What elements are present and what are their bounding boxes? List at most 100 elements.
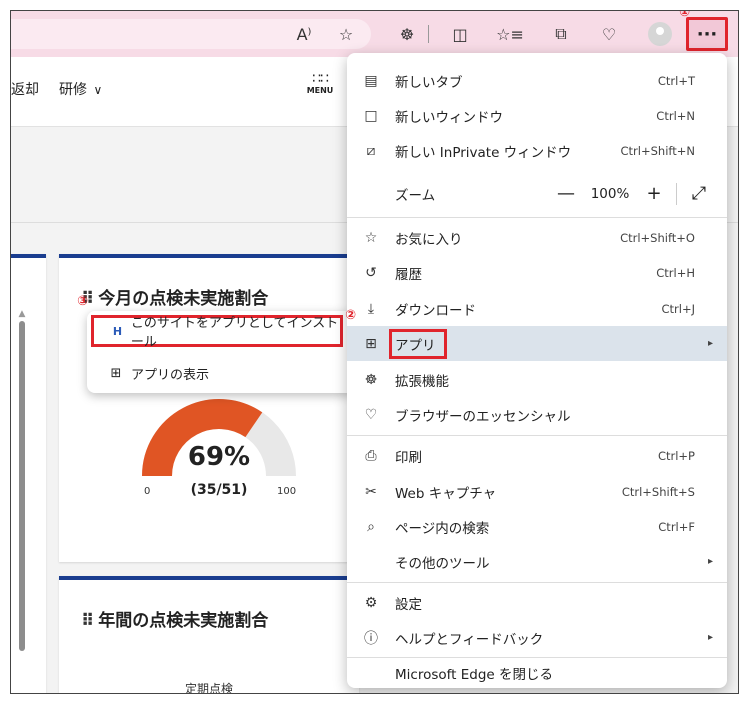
menu-item-shortcut: Ctrl+Shift+O <box>620 230 695 245</box>
menu-button[interactable]: ∷∷ MENU <box>305 72 335 112</box>
menu-item-settings[interactable]: ⚙ 設定 <box>347 585 727 620</box>
browser-essentials-icon: ♡ <box>364 406 378 423</box>
new-window-icon: □ <box>364 107 378 124</box>
extensions-icon[interactable]: ☸ <box>394 21 420 47</box>
menu-item-print[interactable]: ⎙ 印刷 Ctrl+P <box>347 438 727 473</box>
browser-window: A⁾ ☆ ☸ ◫ ☆≡ ⧉ ♡ ··· ① 返却 研修 ∨ ∷∷ MENU ⠿ 今… <box>10 10 739 694</box>
zoom-in-button[interactable]: + <box>640 183 668 204</box>
card-subtitle: 定期点検 <box>184 682 233 694</box>
menu-item-shortcut: Ctrl+P <box>657 448 695 463</box>
zoom-value: 100% <box>590 185 630 202</box>
settings-and-more-menu: ▤ 新しいタブ Ctrl+T □ 新しいウィンドウ Ctrl+N ⧄ 新しい I… <box>347 53 727 688</box>
address-bar-end[interactable]: A⁾ ☆ <box>11 19 371 49</box>
card-title: ⠿ 年間の点検未実施割合 <box>81 606 268 631</box>
favorites-icon[interactable]: ☆≡ <box>496 21 524 47</box>
download-icon: ⤓ <box>367 300 375 317</box>
menu-item-shortcut: Ctrl+N <box>656 108 695 123</box>
menu-item-label: 印刷 <box>395 449 422 466</box>
extensions-icon: ☸ <box>364 371 378 388</box>
print-icon: ⎙ <box>365 447 377 464</box>
menu-item-browser-essentials[interactable]: ♡ ブラウザーのエッセンシャル <box>347 397 727 432</box>
menu-item-shortcut: Ctrl+Shift+N <box>620 143 695 158</box>
scrollbar[interactable]: ▲ <box>17 309 27 661</box>
step-badge-3: ③ <box>77 294 89 309</box>
menu-item-help-feedback[interactable]: ⓘ ヘルプとフィードバック ▸ <box>347 620 727 655</box>
browser-essentials-icon[interactable]: ♡ <box>596 21 622 47</box>
card-title-text: 今月の点検未実施割合 <box>98 289 269 309</box>
menu-item-shortcut: Ctrl+T <box>657 73 695 88</box>
zoom-control: — 100% + ⤢ <box>552 182 713 205</box>
menu-item-label: ブラウザーのエッセンシャル <box>395 408 571 425</box>
menu-item-shortcut: Ctrl+Shift+S <box>621 484 695 499</box>
chevron-right-icon: ▸ <box>707 338 713 349</box>
zoom-separator <box>676 182 677 205</box>
gauge-percentage: 69% <box>187 442 251 472</box>
monthly-inspection-card: ⠿ 今月の点検未実施割合 69% (35/51) 0 100 <box>59 254 359 562</box>
scrollbar-thumb[interactable] <box>19 321 25 651</box>
menu-item-history[interactable]: ↺ 履歴 Ctrl+H <box>347 255 727 290</box>
menu-item-label: Web キャプチャ <box>395 485 497 502</box>
zoom-out-button[interactable]: — <box>552 183 580 204</box>
menu-divider <box>347 435 727 436</box>
new-tab-icon: ▤ <box>364 72 378 89</box>
nav-training[interactable]: 研修 ∨ <box>59 79 102 99</box>
menu-item-label: 設定 <box>395 596 422 613</box>
nav-return[interactable]: 返却 <box>11 79 39 99</box>
menu-item-new-window[interactable]: □ 新しいウィンドウ Ctrl+N <box>347 98 727 133</box>
menu-item-label: その他のツール <box>395 555 490 572</box>
apps-highlight-box <box>389 329 447 359</box>
menu-item-web-capture[interactable]: ✂ Web キャプチャ Ctrl+Shift+S <box>347 474 727 509</box>
menu-item-label: ヘルプとフィードバック <box>395 631 544 648</box>
menu-item-close-edge[interactable]: Microsoft Edge を閉じる <box>347 660 727 686</box>
view-apps-item[interactable]: ⊞ アプリの表示 <box>87 355 355 391</box>
menu-item-label: ダウンロード <box>395 302 476 319</box>
gauge-max-label: 100 <box>277 486 297 497</box>
menu-item-shortcut: Ctrl+J <box>661 301 696 316</box>
menu-item-zoom: ズーム — 100% + ⤢ <box>347 176 727 211</box>
menu-item-label: お気に入り <box>395 231 463 248</box>
chevron-down-icon: ∨ <box>93 83 103 97</box>
menu-item-new-tab[interactable]: ▤ 新しいタブ Ctrl+T <box>347 63 727 98</box>
fullscreen-icon[interactable]: ⤢ <box>685 183 713 204</box>
read-aloud-icon[interactable]: A⁾ <box>291 21 317 47</box>
menu-item-favorites[interactable]: ☆ お気に入り Ctrl+Shift+O <box>347 220 727 255</box>
menu-item-extensions[interactable]: ☸ 拡張機能 <box>347 362 727 397</box>
drag-handle-icon[interactable]: ⠿ <box>81 611 94 631</box>
nav-training-label: 研修 <box>59 82 87 98</box>
gauge-min-label: 0 <box>144 486 151 497</box>
menu-divider <box>347 657 727 658</box>
annual-inspection-card: ⠿ 年間の点検未実施割合 定期点検 <box>59 576 359 694</box>
menu-item-find-on-page[interactable]: ⌕ ページ内の検索 Ctrl+F <box>347 509 727 544</box>
menu-item-new-inprivate[interactable]: ⧄ 新しい InPrivate ウィンドウ Ctrl+Shift+N <box>347 133 727 168</box>
scroll-up-arrow-icon[interactable]: ▲ <box>17 309 27 319</box>
menu-item-label: 履歴 <box>395 266 422 283</box>
menu-item-downloads[interactable]: ⤓ ダウンロード Ctrl+J <box>347 291 727 326</box>
menu-item-label: 新しいタブ <box>395 74 463 91</box>
card-title-text: 年間の点検未実施割合 <box>98 611 269 631</box>
menu-item-label: ページ内の検索 <box>395 520 490 537</box>
menu-divider <box>347 217 727 218</box>
menu-item-label: 拡張機能 <box>395 373 449 390</box>
toolbar-separator <box>428 25 429 43</box>
menu-item-apps[interactable]: ⊞ アプリ ▸ <box>347 326 727 361</box>
gear-icon: ⚙ <box>364 594 378 611</box>
settings-and-more-button[interactable]: ··· <box>686 17 728 51</box>
split-screen-icon[interactable]: ◫ <box>447 21 473 47</box>
browser-toolbar: A⁾ ☆ ☸ ◫ ☆≡ ⧉ ♡ ··· <box>11 11 738 57</box>
menu-label: MENU <box>306 86 334 95</box>
grid-icon: ∷∷ <box>312 71 329 87</box>
collections-icon[interactable]: ⧉ <box>548 21 574 47</box>
inprivate-window-icon: ⧄ <box>366 142 376 159</box>
apps-icon: ⊞ <box>365 335 377 352</box>
install-site-as-app-item[interactable]: H このサイトをアプリとしてインストール <box>91 315 343 350</box>
step-badge-2: ② <box>345 308 357 323</box>
favorite-star-icon[interactable]: ☆ <box>333 21 359 47</box>
menu-item-shortcut: Ctrl+F <box>658 519 695 534</box>
profile-avatar-icon[interactable] <box>648 22 672 46</box>
step-badge-1: ① <box>679 10 691 20</box>
apps-submenu: H このサイトをアプリとしてインストール ⊞ アプリの表示 <box>87 311 355 393</box>
menu-item-more-tools[interactable]: その他のツール ▸ <box>347 544 727 579</box>
apps-icon: ⊞ <box>110 365 122 381</box>
install-site-as-app-label: このサイトをアプリとしてインストール <box>130 316 339 350</box>
gauge-chart: 69% (35/51) 0 100 <box>119 398 319 518</box>
